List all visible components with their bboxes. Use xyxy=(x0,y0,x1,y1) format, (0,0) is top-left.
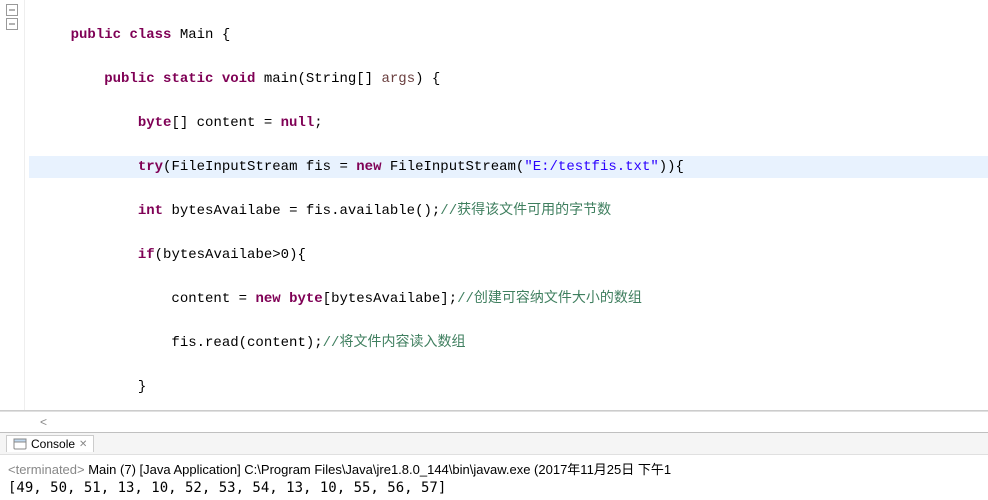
console-body[interactable]: <terminated> Main (7) [Java Application]… xyxy=(0,455,988,500)
console-status: <terminated> Main (7) [Java Application]… xyxy=(8,459,980,478)
console-output: [49, 50, 51, 13, 10, 52, 53, 54, 13, 10,… xyxy=(8,480,980,496)
code-line: public class Main { xyxy=(29,24,988,46)
gutter xyxy=(0,0,25,410)
close-icon[interactable]: ✕ xyxy=(79,439,87,450)
code-editor[interactable]: public class Main { public static void m… xyxy=(0,0,988,411)
code-line-highlighted: try(FileInputStream fis = new FileInputS… xyxy=(29,156,988,178)
fold-minus-icon[interactable] xyxy=(6,4,18,16)
fold-minus-icon[interactable] xyxy=(6,18,18,30)
code-line: } xyxy=(29,376,988,398)
console-icon xyxy=(13,437,27,451)
code-line: public static void main(String[] args) { xyxy=(29,68,988,90)
console-tab-label: Console xyxy=(31,437,75,451)
code-line: content = new byte[bytesAvailabe];//创建可容… xyxy=(29,288,988,310)
tab-console[interactable]: Console ✕ xyxy=(6,435,94,452)
code-line: if(bytesAvailabe>0){ xyxy=(29,244,988,266)
scroll-left-icon[interactable]: < xyxy=(40,415,47,429)
code-line: int bytesAvailabe = fis.available();//获得… xyxy=(29,200,988,222)
code-line: fis.read(content);//将文件内容读入数组 xyxy=(29,332,988,354)
console-header: Console ✕ xyxy=(0,432,988,455)
code-line: byte[] content = null; xyxy=(29,112,988,134)
horizontal-scrollbar[interactable]: < xyxy=(0,411,988,432)
code-area[interactable]: public class Main { public static void m… xyxy=(25,0,988,410)
